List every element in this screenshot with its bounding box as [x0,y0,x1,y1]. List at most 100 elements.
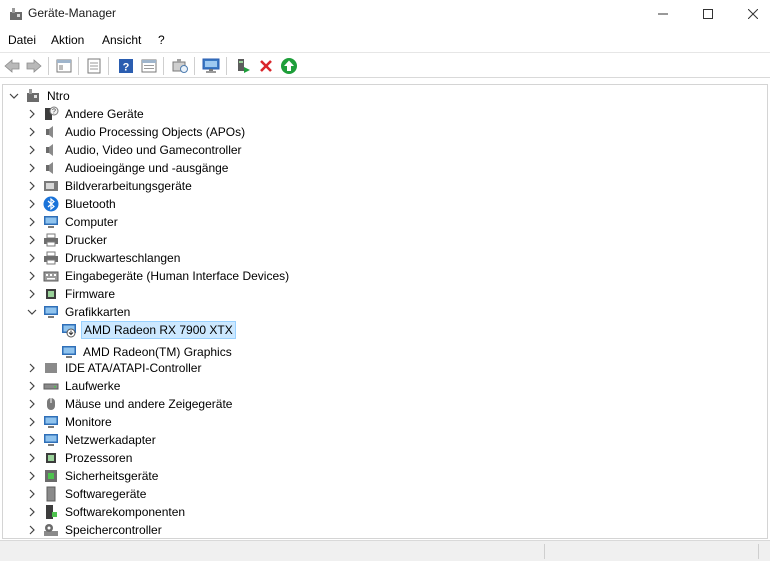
tree-root[interactable]: Ntro [9,87,72,105]
chevron-right-icon[interactable] [27,507,37,517]
toolbar-separator [163,57,164,75]
tree-category-label: Audio, Video und Gamecontroller [65,143,242,157]
uninstall-device-icon[interactable] [256,56,276,76]
tree-category-label: Speichercontroller [65,523,162,537]
tree-category-row[interactable]: Bildverarbeitungsgeräte [27,177,194,195]
chevron-right-icon[interactable] [27,199,37,209]
tree-category-row[interactable]: ? Andere Geräte [27,105,146,123]
tree-category-row[interactable]: Audioeingänge und -ausgänge [27,159,230,177]
tree-category-row[interactable]: Audio Processing Objects (APOs) [27,123,247,141]
speaker-icon [43,142,59,158]
chevron-right-icon[interactable] [27,489,37,499]
menu-help[interactable]: ? [156,33,167,47]
display-adapter-icon [61,344,77,360]
scan-hardware-icon[interactable] [170,56,190,76]
window-title: Geräte-Manager [28,6,117,20]
tree-category-row[interactable]: Sicherheitsgeräte [27,467,160,485]
drive-icon [43,378,59,394]
tree-category-row[interactable]: Computer [27,213,120,231]
tree-category-row[interactable]: Prozessoren [27,449,134,467]
maximize-button[interactable] [685,0,731,28]
tree-category-row[interactable]: Speichercontroller [27,521,164,538]
tree-category-label: Firmware [65,287,115,301]
status-divider [758,544,759,559]
display-adapter-disabled-icon [61,322,77,338]
tree-category-label: Laufwerke [65,379,121,393]
chevron-right-icon[interactable] [27,145,37,155]
computer-root-icon [25,88,41,104]
chevron-right-icon[interactable] [27,271,37,281]
minimize-button[interactable] [640,0,686,28]
chevron-right-icon[interactable] [27,181,37,191]
chevron-right-icon[interactable] [27,289,37,299]
help-icon[interactable]: ? [116,56,136,76]
chevron-right-icon[interactable] [27,127,37,137]
monitor-icon [43,414,59,430]
chevron-right-icon[interactable] [27,217,37,227]
close-button[interactable] [730,0,770,28]
chevron-right-icon[interactable] [27,381,37,391]
chevron-down-icon[interactable] [27,307,37,317]
chevron-right-icon[interactable] [27,525,37,535]
tree-category-label: Softwaregeräte [65,487,147,501]
toolbar-separator [226,57,227,75]
chevron-right-icon[interactable] [27,163,37,173]
tree-category-label: Audio Processing Objects (APOs) [65,125,246,139]
forward-arrow-icon[interactable] [24,56,44,76]
tree-device-label: AMD Radeon(TM) Graphics [83,345,232,359]
speaker-icon [43,124,59,140]
toolbar: ? [0,52,770,78]
show-hidden-icon[interactable] [84,56,104,76]
tree-category-row[interactable]: Bluetooth [27,195,118,213]
tree-category-row[interactable]: Drucker [27,231,109,249]
update-driver-icon[interactable] [279,56,299,76]
chevron-right-icon[interactable] [27,435,37,445]
menu-ansicht[interactable]: Ansicht [100,33,143,47]
tree-category-row[interactable]: Laufwerke [27,377,122,395]
tree-category-row[interactable]: Audio, Video und Gamecontroller [27,141,244,159]
tree-root-label: Ntro [47,89,70,103]
chevron-right-icon[interactable] [27,235,37,245]
tree-category-row[interactable]: Druckwarteschlangen [27,249,182,267]
tree-category-row[interactable]: Softwaregeräte [27,485,148,503]
toolbar-separator [194,57,195,75]
view-icon[interactable] [139,56,159,76]
menu-datei[interactable]: Datei [6,33,38,47]
device-tree[interactable]: Ntro ? Andere Geräte Audio Processing Obje… [2,84,768,539]
chevron-right-icon[interactable] [27,471,37,481]
network-adapter-icon [43,432,59,448]
properties-icon[interactable] [54,56,74,76]
chevron-right-icon[interactable] [27,253,37,263]
tree-category-label: Mäuse und andere Zeigegeräte [65,397,233,411]
chevron-right-icon[interactable] [27,453,37,463]
chevron-right-icon[interactable] [27,417,37,427]
storage-controller-icon [43,522,59,538]
monitor-icon[interactable] [201,56,221,76]
tree-device-row[interactable]: AMD Radeon RX 7900 XTX [61,321,236,339]
back-arrow-icon[interactable] [2,56,22,76]
chevron-down-icon[interactable] [9,91,19,101]
ide-controller-icon [43,360,59,376]
tree-category-row[interactable]: Eingabegeräte (Human Interface Devices) [27,267,291,285]
tree-category-row[interactable]: Netzwerkadapter [27,431,158,449]
computer-icon [43,214,59,230]
software-component-icon [43,504,59,520]
title-bar: Geräte-Manager [0,0,770,28]
chevron-right-icon[interactable] [27,363,37,373]
status-divider [544,544,545,559]
tree-category-row[interactable]: Softwarekomponenten [27,503,187,521]
enable-device-icon[interactable] [233,56,253,76]
bluetooth-icon [43,196,59,212]
tree-category-row[interactable]: Grafikkarten [27,303,132,321]
chevron-right-icon[interactable] [27,109,37,119]
keyboard-icon [43,268,59,284]
camera-icon [43,178,59,194]
tree-category-row[interactable]: Monitore [27,413,114,431]
tree-category-row[interactable]: IDE ATA/ATAPI-Controller [27,359,203,377]
toolbar-separator [108,57,109,75]
tree-category-row[interactable]: Firmware [27,285,117,303]
menu-aktion[interactable]: Aktion [49,33,86,47]
toolbar-separator [48,57,49,75]
chevron-right-icon[interactable] [27,399,37,409]
tree-category-row[interactable]: Mäuse und andere Zeigegeräte [27,395,234,413]
